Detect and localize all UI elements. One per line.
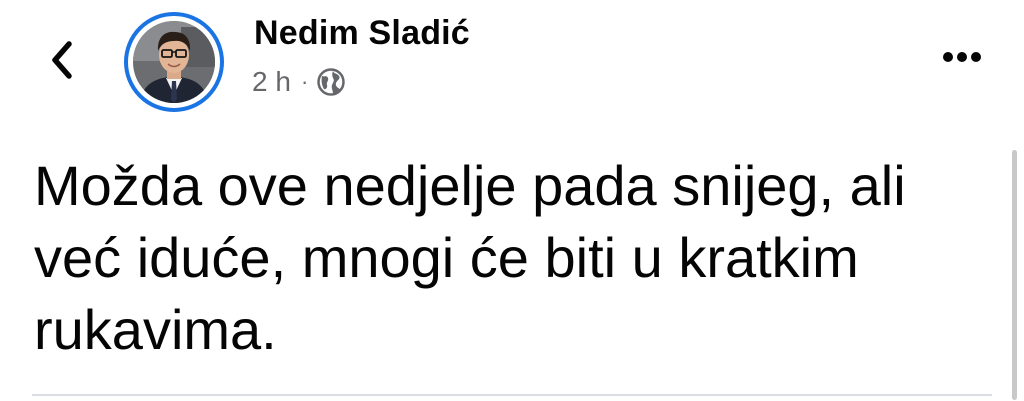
more-options-button[interactable] [940, 42, 984, 72]
back-button[interactable] [40, 38, 84, 82]
author-avatar[interactable] [124, 12, 224, 112]
post-timestamp[interactable]: 2 h [252, 66, 291, 98]
author-name[interactable]: Nedim Sladić [254, 14, 470, 53]
meta-separator: · [300, 69, 309, 94]
avatar-photo [133, 21, 215, 103]
chevron-left-icon [52, 41, 72, 79]
divider [32, 394, 992, 396]
scrollbar[interactable] [1012, 150, 1017, 400]
more-horizontal-icon [943, 52, 981, 62]
globe-icon[interactable] [316, 67, 346, 97]
post-screen: Nedim Sladić 2 h · Možda ove nedjelje pa… [0, 0, 1024, 401]
post-meta: 2 h · [252, 66, 346, 98]
post-text: Možda ove nedjelje pada snijeg, ali već … [34, 154, 906, 361]
